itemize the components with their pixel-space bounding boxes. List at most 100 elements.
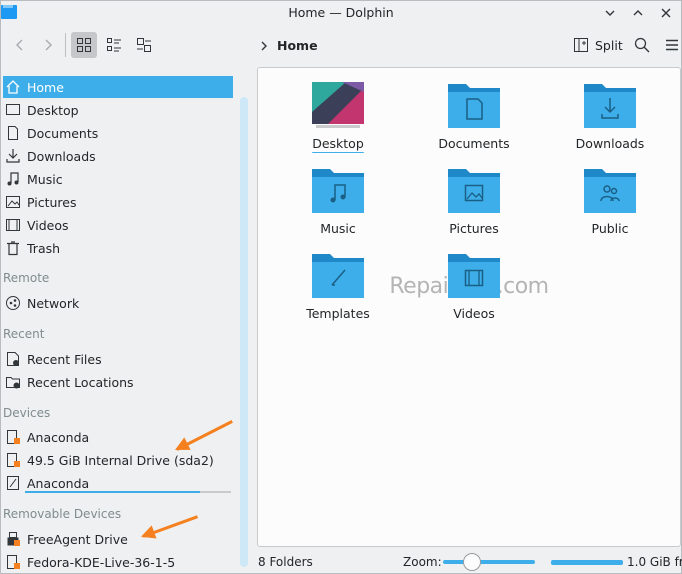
templates-folder-icon: [312, 254, 364, 298]
section-header-devices: Devices: [3, 406, 51, 420]
videos-icon: [5, 217, 21, 233]
network-icon: [5, 295, 21, 311]
sidebar-item-recent-files[interactable]: Recent Files: [3, 348, 233, 370]
file-label: Music: [320, 221, 356, 236]
zoom-label: Zoom:: [403, 555, 442, 569]
minimize-button[interactable]: [601, 4, 619, 22]
recent-files-icon: [5, 351, 21, 367]
sidebar-item-label: Videos: [27, 217, 69, 233]
title-bar: Home — Dolphin: [1, 1, 681, 25]
section-header-removable: Removable Devices: [3, 507, 122, 521]
sidebar-item-downloads[interactable]: Downloads: [3, 145, 233, 167]
forward-arrow-icon: [45, 39, 52, 51]
desktop-folder-icon: [312, 82, 364, 128]
icons-view-icon: [77, 38, 91, 52]
section-header-recent: Recent: [3, 327, 45, 341]
sidebar-item-label: Home: [27, 79, 64, 95]
breadcrumb[interactable]: Home: [259, 38, 318, 53]
folder-music[interactable]: Music: [278, 167, 398, 247]
toolbar: Home Split: [1, 27, 681, 63]
drive-icon: [5, 452, 21, 468]
documents-icon: [5, 125, 21, 141]
folder-videos[interactable]: Videos: [414, 252, 534, 332]
recent-locations-icon: [5, 374, 21, 390]
sidebar-scrollbar[interactable]: [240, 97, 248, 567]
sidebar-item-recent-locations[interactable]: Recent Locations: [3, 371, 233, 393]
window-title: Home — Dolphin: [288, 5, 394, 20]
sidebar-item-label: Documents: [27, 125, 99, 141]
folder-downloads[interactable]: Downloads: [550, 82, 670, 162]
sidebar-item-trash[interactable]: Trash: [3, 237, 233, 259]
sidebar-item-pictures[interactable]: Pictures: [3, 191, 233, 213]
hamburger-menu-icon: [666, 39, 678, 51]
folder-documents[interactable]: Documents: [414, 82, 534, 162]
free-space-bar: [551, 560, 623, 565]
file-label: Desktop: [312, 136, 364, 151]
sidebar-item-music[interactable]: Music: [3, 168, 233, 190]
pictures-icon: [5, 194, 21, 210]
search-button[interactable]: [631, 32, 653, 58]
file-label: Templates: [306, 306, 370, 321]
sidebar-item-videos[interactable]: Videos: [3, 214, 233, 236]
music-icon: [5, 171, 21, 187]
usb-drive-icon: [5, 531, 21, 547]
back-button[interactable]: [9, 32, 31, 58]
sidebar-item-label: Pictures: [27, 194, 77, 210]
compact-view-button[interactable]: [101, 32, 127, 58]
back-arrow-icon: [16, 39, 23, 51]
capacity-bar: [25, 491, 231, 493]
sidebar-item-label: Recent Files: [27, 351, 102, 367]
sidebar-item-documents[interactable]: Documents: [3, 122, 233, 144]
public-folder-icon: [584, 169, 636, 213]
sidebar-item-desktop[interactable]: Desktop: [3, 99, 233, 121]
compact-view-icon: [107, 38, 121, 52]
zoom-slider-handle[interactable]: [463, 553, 481, 571]
maximize-button[interactable]: [629, 4, 647, 22]
sidebar-item-freeagent-drive[interactable]: FreeAgent Drive: [3, 528, 233, 550]
dolphin-window: Home — Dolphin Home Split Home Desktop D…: [0, 0, 682, 574]
details-view-button[interactable]: [131, 32, 157, 58]
folder-templates[interactable]: Templates: [278, 252, 398, 332]
details-view-icon: [137, 38, 151, 52]
folder-desktop[interactable]: Desktop: [278, 82, 398, 162]
file-view[interactable]: RepairWin.com Desktop Documents: [257, 67, 681, 547]
section-header-remote: Remote: [3, 271, 50, 285]
places-panel: Home Desktop Documents Downloads Music P…: [1, 67, 237, 573]
sidebar-item-network[interactable]: Network: [3, 292, 233, 314]
breadcrumb-home[interactable]: Home: [277, 38, 318, 53]
sidebar-item-label: Recent Locations: [27, 374, 134, 390]
sidebar-item-internal-drive[interactable]: 49.5 GiB Internal Drive (sda2): [3, 449, 233, 471]
forward-button[interactable]: [37, 32, 59, 58]
downloads-icon: [5, 148, 21, 164]
sidebar-item-label: Downloads: [27, 148, 96, 164]
file-label: Pictures: [449, 221, 499, 236]
sidebar-item-label: FreeAgent Drive: [27, 531, 128, 547]
toolbar-separator: [65, 33, 66, 57]
sidebar-item-fedora-live[interactable]: Fedora-KDE-Live-36-1-5: [3, 551, 233, 573]
sidebar-item-label: Trash: [27, 240, 61, 256]
search-icon: [634, 37, 650, 53]
drive-icon: [5, 475, 21, 491]
file-label: Documents: [438, 136, 510, 151]
hamburger-menu-button[interactable]: [661, 32, 682, 58]
close-button[interactable]: [657, 4, 675, 22]
icons-view-button[interactable]: [71, 32, 97, 58]
file-label: Public: [591, 221, 629, 236]
music-folder-icon: [312, 169, 364, 213]
sidebar-item-label: Music: [27, 171, 63, 187]
free-space-text: 1.0 GiB fre: [627, 555, 682, 569]
trash-icon: [5, 240, 21, 256]
sidebar-item-home[interactable]: Home: [3, 76, 233, 98]
folder-pictures[interactable]: Pictures: [414, 167, 534, 247]
videos-folder-icon: [448, 254, 500, 298]
zoom-slider-track[interactable]: [443, 560, 535, 564]
folder-public[interactable]: Public: [550, 167, 670, 247]
file-label: Videos: [453, 306, 495, 321]
status-bar: 8 Folders Zoom: 1.0 GiB fre: [257, 549, 682, 573]
sidebar-item-label: Network: [27, 295, 80, 311]
sidebar-item-label: Desktop: [27, 102, 79, 118]
file-label: Downloads: [575, 136, 645, 151]
split-button[interactable]: Split: [573, 32, 623, 58]
sidebar-item-label: Anaconda: [27, 475, 90, 491]
pictures-folder-icon: [448, 169, 500, 213]
